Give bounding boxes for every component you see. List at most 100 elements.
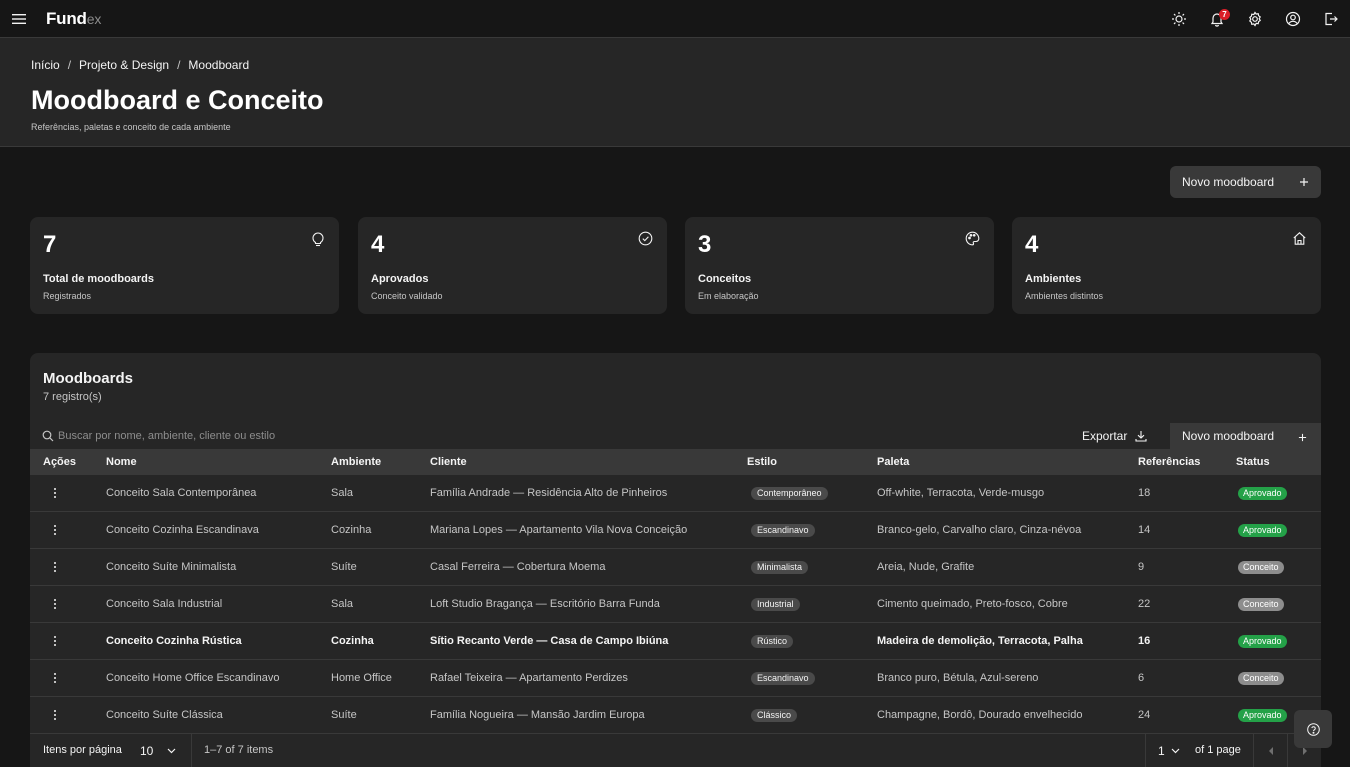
breadcrumb-separator: / xyxy=(177,58,181,72)
help-icon xyxy=(1306,722,1320,736)
breadcrumb-item-inicio[interactable]: Início xyxy=(31,58,60,72)
page-select[interactable]: 1 xyxy=(1153,734,1189,767)
cell-cliente: Casal Ferreira — Cobertura Moema xyxy=(430,561,606,573)
cell-ambiente: Cozinha xyxy=(331,524,372,536)
new-moodboard-label: Novo moodboard xyxy=(1182,429,1275,443)
gear-icon[interactable] xyxy=(1236,0,1274,38)
stat-card-environments: 4 Ambientes Ambientes distintos xyxy=(1012,217,1321,314)
bell-icon[interactable]: 7 xyxy=(1198,0,1236,38)
cell-referencias: 9 xyxy=(1138,561,1145,573)
column-header-estilo[interactable]: Estilo xyxy=(747,449,777,475)
cell-ambiente: Cozinha xyxy=(331,635,374,647)
stat-label: Aprovados xyxy=(371,273,429,285)
cell-nome: Conceito Cozinha Rústica xyxy=(106,635,242,647)
stat-label: Total de moodboards xyxy=(43,273,155,285)
status-badge: Aprovado xyxy=(1238,487,1287,500)
help-button[interactable] xyxy=(1294,710,1332,748)
chevron-down-icon xyxy=(1171,748,1180,753)
style-tag: Escandinavo xyxy=(751,524,815,537)
overflow-menu-icon[interactable] xyxy=(50,634,60,648)
checkmark-circle-icon xyxy=(638,231,653,246)
cell-nome: Conceito Sala Contemporânea xyxy=(106,487,257,499)
column-header-status[interactable]: Status xyxy=(1236,449,1270,475)
cell-nome: Conceito Home Office Escandinavo xyxy=(106,672,280,684)
download-icon xyxy=(1135,431,1147,442)
new-moodboard-label: Novo moodboard xyxy=(1182,175,1275,189)
moodboards-table-panel: Moodboards 7 registro(s) Buscar por nome… xyxy=(30,353,1321,767)
cell-cliente: Família Andrade — Residência Alto de Pin… xyxy=(430,487,668,499)
items-per-page-value: 10 xyxy=(140,743,154,758)
status-badge: Conceito xyxy=(1238,672,1284,685)
table-row[interactable]: Conceito Cozinha Escandinava Cozinha Mar… xyxy=(30,512,1321,549)
table-row[interactable]: Conceito Home Office Escandinavo Home Of… xyxy=(30,660,1321,697)
status-badge: Aprovado xyxy=(1238,635,1287,648)
stat-subtitle: Em elaboração xyxy=(698,291,759,301)
search-input[interactable]: Buscar por nome, ambiente, cliente ou es… xyxy=(30,422,730,450)
overflow-menu-icon[interactable] xyxy=(50,597,60,611)
cell-ambiente: Sala xyxy=(331,487,354,499)
cell-nome: Conceito Suíte Clássica xyxy=(106,709,223,721)
column-header-paleta[interactable]: Paleta xyxy=(877,449,909,475)
brand-logo[interactable]: Fundex xyxy=(46,9,101,29)
cell-nome: Conceito Suíte Minimalista xyxy=(106,561,237,573)
cell-paleta: Branco-gelo, Carvalho claro, Cinza-névoa xyxy=(877,524,1082,536)
cell-paleta: Madeira de demolição, Terracota, Palha xyxy=(877,635,1083,647)
overflow-menu-icon[interactable] xyxy=(50,560,60,574)
table-row[interactable]: Conceito Suíte Minimalista Suíte Casal F… xyxy=(30,549,1321,586)
overflow-menu-icon[interactable] xyxy=(50,486,60,500)
cell-cliente: Loft Studio Bragança — Escritório Barra … xyxy=(430,598,660,610)
export-button[interactable]: Exportar xyxy=(1082,423,1147,449)
cell-referencias: 16 xyxy=(1138,635,1151,647)
divider xyxy=(191,734,192,767)
cell-cliente: Mariana Lopes — Apartamento Vila Nova Co… xyxy=(430,524,688,536)
breadcrumb-item-projeto-design[interactable]: Projeto & Design xyxy=(79,58,169,72)
table-header: Ações Nome Ambiente Cliente Estilo Palet… xyxy=(30,449,1321,475)
cell-nome: Conceito Cozinha Escandinava xyxy=(106,524,259,536)
stat-value: 4 xyxy=(371,231,385,258)
table-row[interactable]: Conceito Suíte Clássica Suíte Família No… xyxy=(30,697,1321,734)
chevron-down-icon xyxy=(167,748,176,753)
search-icon xyxy=(42,430,54,442)
column-header-acoes: Ações xyxy=(43,456,77,468)
breadcrumb-item-moodboard: Moodboard xyxy=(188,58,250,72)
cell-paleta: Champagne, Bordô, Dourado envelhecido xyxy=(877,709,1083,721)
caret-left-icon xyxy=(1268,746,1273,755)
sun-icon[interactable] xyxy=(1160,0,1198,38)
items-per-page-select[interactable]: 10 xyxy=(134,734,190,767)
user-icon[interactable] xyxy=(1274,0,1312,38)
column-header-referencias[interactable]: Referências xyxy=(1138,449,1200,475)
cell-ambiente: Suíte xyxy=(331,709,357,721)
column-header-ambiente[interactable]: Ambiente xyxy=(331,449,381,475)
style-tag: Minimalista xyxy=(751,561,809,574)
column-header-nome[interactable]: Nome xyxy=(106,449,137,475)
page-value: 1 xyxy=(1158,743,1165,758)
cell-referencias: 6 xyxy=(1138,672,1145,684)
cell-ambiente: Home Office xyxy=(331,672,392,684)
table-row[interactable]: Conceito Sala Contemporânea Sala Família… xyxy=(30,475,1321,512)
overflow-menu-icon[interactable] xyxy=(50,671,60,685)
overflow-menu-icon[interactable] xyxy=(50,708,60,722)
items-range: 1–7 of 7 items xyxy=(204,744,274,756)
cell-nome: Conceito Sala Industrial xyxy=(106,598,223,610)
cell-cliente: Família Nogueira — Mansão Jardim Europa xyxy=(430,709,645,721)
new-moodboard-button[interactable]: Novo moodboard xyxy=(1170,166,1321,198)
export-label: Exportar xyxy=(1082,429,1128,443)
stat-subtitle: Ambientes distintos xyxy=(1025,291,1104,301)
logout-icon[interactable] xyxy=(1312,0,1350,38)
breadcrumb: Início / Projeto & Design / Moodboard xyxy=(31,58,249,72)
page-of-text: of 1 page xyxy=(1195,744,1241,756)
previous-page-button[interactable] xyxy=(1254,734,1287,767)
items-per-page-label: Itens por página xyxy=(43,744,122,756)
table-row[interactable]: Conceito Cozinha Rústica Cozinha Sítio R… xyxy=(30,623,1321,660)
overflow-menu-icon[interactable] xyxy=(50,523,60,537)
new-moodboard-table-button[interactable]: Novo moodboard xyxy=(1170,423,1321,449)
page-subtitle: Referências, paletas e conceito de cada … xyxy=(31,122,231,132)
cell-referencias: 18 xyxy=(1138,487,1151,499)
top-bar: Fundex 7 xyxy=(0,0,1350,38)
status-badge: Conceito xyxy=(1238,561,1284,574)
table-row[interactable]: Conceito Sala Industrial Sala Loft Studi… xyxy=(30,586,1321,623)
home-icon xyxy=(1293,232,1306,245)
cell-referencias: 22 xyxy=(1138,598,1151,610)
hamburger-icon[interactable] xyxy=(0,0,38,38)
column-header-cliente[interactable]: Cliente xyxy=(430,449,467,475)
